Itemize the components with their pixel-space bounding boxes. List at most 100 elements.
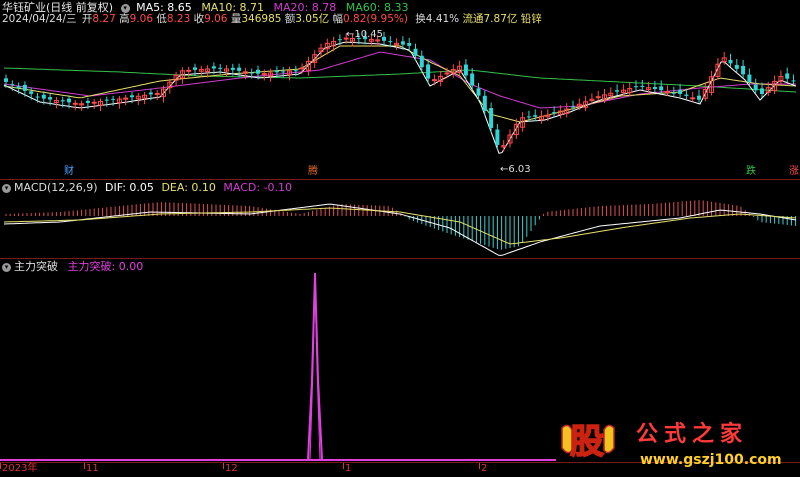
- candle-body: [104, 99, 109, 101]
- candle-body: [10, 84, 15, 86]
- macd-title[interactable]: MACD(12,26,9): [14, 181, 98, 194]
- macd-settings-icon[interactable]: ▾: [2, 183, 11, 193]
- candle-body: [148, 92, 153, 95]
- low-value: 8.23: [166, 13, 191, 25]
- candle-body: [407, 42, 412, 46]
- amount-value: 3.05亿: [295, 13, 330, 25]
- badge-die[interactable]: 跌: [746, 166, 756, 178]
- amount-label: 额: [284, 13, 296, 25]
- tick-mark-nov: [84, 463, 85, 469]
- ma10-line: [3, 45, 797, 123]
- close-label: 收: [193, 13, 205, 25]
- candle-body: [256, 69, 260, 74]
- candle-body: [595, 96, 601, 99]
- candle-body: [426, 64, 431, 79]
- candle-body: [640, 85, 645, 87]
- tick-mark-dec: [223, 463, 224, 469]
- candle-body: [665, 91, 670, 93]
- volume-value: 346985: [241, 13, 282, 25]
- badge-teng[interactable]: 腾: [308, 166, 318, 178]
- candle-body: [419, 55, 424, 68]
- candle-body: [16, 86, 21, 88]
- macd-header: ▾ MACD(12,26,9) DIF: 0.05 DEA: 0.10 MACD:…: [2, 181, 292, 194]
- candle-body: [237, 67, 242, 71]
- candle-body: [72, 102, 78, 105]
- time-axis-nov: 11: [86, 463, 99, 474]
- candle-body: [154, 92, 160, 95]
- candle-body: [444, 72, 450, 75]
- change-label: 幅: [332, 13, 344, 25]
- candle-body: [111, 98, 116, 100]
- quote-line: 2024/04/24/三 开8.27 高9.06 低8.23 收9.06 量34…: [2, 13, 542, 26]
- candle-body: [684, 94, 689, 96]
- low-label: 低: [156, 13, 167, 25]
- macd-dea-line: [3, 207, 797, 245]
- candle-body: [753, 84, 758, 91]
- candle-body: [697, 95, 701, 100]
- high-label: 高: [119, 13, 130, 25]
- time-axis-dec: 12: [225, 463, 238, 474]
- turnover-label: 换4.41%: [415, 13, 460, 25]
- macd-value: MACD: -0.10: [223, 181, 293, 194]
- candle-body: [211, 66, 216, 69]
- time-axis-feb: 2: [481, 463, 488, 474]
- ma20-line: [3, 51, 796, 109]
- candle-body: [230, 67, 235, 70]
- settings-circle-icon[interactable]: ▾: [120, 3, 130, 13]
- watermark-url[interactable]: www.gszj100.com: [640, 452, 782, 468]
- change-value: 0.82(9.95%): [343, 13, 408, 25]
- candle-body: [130, 95, 134, 98]
- tick-mark-jan: [343, 463, 344, 469]
- price-chart[interactable]: ←10.45 ←6.03: [0, 26, 800, 176]
- watermark-logo-icon: 股: [558, 420, 618, 466]
- candle-body: [35, 96, 40, 98]
- candle-body: [526, 116, 531, 118]
- candle-body: [690, 97, 696, 100]
- high-value: 9.06: [129, 13, 154, 25]
- candle-body: [413, 48, 418, 56]
- candle-body: [293, 70, 298, 72]
- high-marker-label: ←10.45: [346, 29, 383, 40]
- candle-body: [785, 73, 790, 79]
- candle-body: [388, 41, 393, 43]
- candle-body: [431, 79, 437, 82]
- candle-body: [400, 41, 405, 45]
- sector-label: 铅锌: [520, 13, 542, 25]
- candle-body: [22, 84, 27, 91]
- candle-body: [29, 91, 34, 94]
- quote-date: 2024/04/24/三: [2, 13, 77, 25]
- candle-body: [41, 94, 46, 99]
- candle-body: [193, 67, 197, 70]
- time-axis-2023: 2023年: [2, 463, 38, 474]
- candle-body: [463, 64, 468, 76]
- candle-body: [659, 86, 664, 91]
- tick-mark-feb: [479, 463, 480, 469]
- candle-body: [274, 70, 279, 73]
- macd-chart[interactable]: [0, 194, 800, 258]
- candle-body: [671, 92, 676, 94]
- watermark-brand: 公式之家: [636, 422, 749, 447]
- candle-body: [728, 59, 733, 64]
- candle-body: [249, 72, 254, 74]
- candle-body: [85, 100, 90, 104]
- badge-cai[interactable]: 财: [64, 166, 74, 178]
- open-value: 8.27: [92, 13, 116, 25]
- candle-body: [186, 69, 192, 72]
- candle-body: [678, 89, 683, 95]
- candle-body: [91, 101, 97, 104]
- candle-body: [495, 129, 500, 145]
- candle-body: [652, 86, 657, 89]
- candle-body: [281, 71, 286, 73]
- candle-body: [337, 39, 342, 41]
- time-axis-jan: 1: [345, 463, 352, 474]
- candle-body: [747, 74, 752, 82]
- candle-body: [67, 98, 71, 103]
- candle-body: [48, 97, 53, 100]
- candle-body: [533, 115, 538, 117]
- candle-body: [552, 112, 557, 114]
- candle-body: [791, 80, 796, 82]
- candle-body: [60, 100, 65, 102]
- volume-label: 量: [230, 13, 242, 25]
- candle-body: [476, 88, 481, 96]
- badge-zhang[interactable]: 涨: [789, 166, 799, 178]
